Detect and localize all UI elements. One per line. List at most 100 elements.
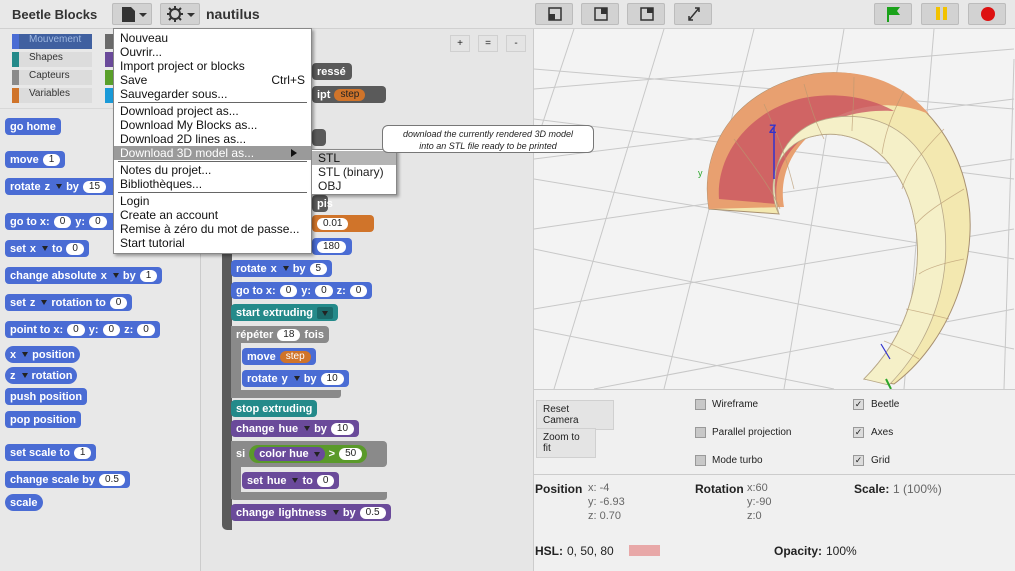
block-change-scale[interactable]: change scale by 0.5 — [5, 471, 130, 488]
zoom-reset-button[interactable]: = — [478, 35, 498, 52]
parallel-projection-checkbox[interactable] — [695, 427, 706, 438]
zoom-out-button[interactable]: - — [506, 35, 526, 52]
block-script-var[interactable]: ipt step — [312, 86, 386, 103]
block-pop-position[interactable]: pop position — [5, 411, 81, 428]
block-value-001[interactable]: 0.01 — [312, 215, 374, 232]
block-change-lightness[interactable]: change lightness by 0.5 — [231, 504, 391, 521]
grid-checkbox[interactable]: ✓ — [853, 455, 864, 466]
block-push-position[interactable]: push position — [5, 388, 88, 405]
layout-normal-button[interactable] — [535, 3, 573, 25]
tooltip-line-2: into an STL file ready to be printed — [419, 141, 557, 151]
category-variables[interactable]: Variables — [12, 88, 92, 103]
layout-normal-icon — [548, 7, 562, 21]
block-go-to[interactable]: go to x: 0 y: 0 — [5, 213, 120, 230]
block-rotate[interactable]: rotate z by 15 — [5, 178, 120, 195]
stage-3d-view[interactable]: Z y — [533, 28, 1015, 390]
block-set-scale[interactable]: set scale to 1 — [5, 444, 97, 461]
block-greater-than[interactable]: color hue >50 — [249, 445, 368, 463]
stl-tooltip: download the currently rendered 3D model… — [382, 125, 594, 153]
hsl-value: 0, 50, 80 — [567, 544, 614, 558]
menu-separator — [118, 192, 307, 193]
block-pis[interactable]: pis — [312, 195, 333, 212]
save-shortcut: Ctrl+S — [271, 73, 305, 87]
app-logo[interactable]: Beetle Blocks — [12, 7, 97, 22]
download-3d-submenu: STL STL (binary) OBJ — [311, 149, 397, 195]
menu-item-save[interactable]: Save Ctrl+S — [114, 73, 311, 87]
submenu-item-obj[interactable]: OBJ — [312, 179, 396, 193]
menu-item-download-3d[interactable]: Download 3D model as... — [114, 146, 311, 160]
axes-checkbox[interactable]: ✓ — [853, 427, 864, 438]
file-menu: Nouveau Ouvrir... Import project or bloc… — [113, 28, 312, 254]
stop-button[interactable] — [968, 3, 1006, 25]
fullscreen-button[interactable] — [674, 3, 712, 25]
layout-split-button[interactable] — [581, 3, 619, 25]
submenu-item-stl-binary[interactable]: STL (binary) — [312, 165, 396, 179]
block-set-axis[interactable]: set x to 0 — [5, 240, 89, 257]
layout-stage-button[interactable] — [627, 3, 665, 25]
menu-item-download-blocks[interactable]: Download My Blocks as... — [114, 118, 311, 132]
block-rotate-x[interactable]: rotate x by 5 — [231, 260, 333, 277]
menu-item-login[interactable]: Login — [114, 194, 311, 208]
category-control-swatch[interactable] — [105, 34, 113, 49]
wireframe-checkbox[interactable] — [695, 399, 706, 410]
beetle-checkbox[interactable]: ✓ — [853, 399, 864, 410]
pause-button[interactable] — [921, 3, 959, 25]
block-rotate-y[interactable]: rotate y by 10 — [242, 370, 349, 387]
menu-item-open[interactable]: Ouvrir... — [114, 45, 311, 59]
category-operators-swatch[interactable] — [105, 70, 113, 85]
block-set-rotation[interactable]: set z rotation to 0 — [5, 294, 133, 311]
block-go-to-xyz[interactable]: go to x: 0 y: 0 z: 0 — [231, 282, 373, 299]
block-if[interactable]: si color hue >50 — [231, 441, 387, 467]
block-repeat[interactable]: répéter 18 fois — [231, 326, 329, 343]
block-move[interactable]: move 1 — [5, 151, 66, 168]
block-set-hue[interactable]: set hue to 0 — [242, 472, 340, 489]
block-scale-reporter[interactable]: scale — [5, 494, 43, 511]
menu-item-download-project[interactable]: Download project as... — [114, 104, 311, 118]
block-change-hue[interactable]: change hue by 10 — [231, 420, 360, 437]
menu-item-libraries[interactable]: Bibliothèques... — [114, 177, 311, 191]
zoom-in-button[interactable]: + — [450, 35, 470, 52]
category-sensing[interactable]: Capteurs — [12, 70, 92, 85]
turbo-mode-checkbox[interactable] — [695, 455, 706, 466]
block-position-reporter[interactable]: x position — [5, 346, 80, 363]
green-flag-icon — [887, 7, 900, 22]
block-point-to[interactable]: point to x: 0 y: 0 z: 0 — [5, 321, 160, 338]
file-menu-button[interactable] — [112, 3, 152, 25]
menu-item-download-2d[interactable]: Download 2D lines as... — [114, 132, 311, 146]
menu-item-import[interactable]: Import project or blocks — [114, 59, 311, 73]
category-shapes[interactable]: Shapes — [12, 52, 92, 67]
menu-item-save-as[interactable]: Sauvegarder sous... — [114, 87, 311, 101]
menu-item-notes[interactable]: Notes du projet... — [114, 163, 311, 177]
fullscreen-icon — [688, 7, 700, 21]
menu-item-new[interactable]: Nouveau — [114, 31, 311, 45]
reset-camera-button[interactable]: Reset Camera — [536, 400, 614, 430]
category-motion[interactable]: Mouvement — [12, 34, 92, 49]
block-stop-extruding[interactable]: stop extruding — [231, 400, 318, 417]
block-change-absolute[interactable]: change absolute x by 1 — [5, 267, 163, 284]
submenu-item-stl[interactable]: STL — [312, 151, 396, 165]
block-key-pressed[interactable]: ressé — [312, 63, 352, 80]
block-value-180[interactable]: 180 — [312, 238, 352, 255]
rotation-y: y:-90 — [747, 496, 772, 508]
category-lists-swatch[interactable] — [105, 88, 113, 103]
block-move-step[interactable]: move step — [242, 348, 316, 365]
block-rotation-reporter[interactable]: z rotation — [5, 367, 78, 384]
block-color-reporter[interactable]: color hue — [254, 447, 325, 461]
menu-item-reset-password[interactable]: Remise à zéro du mot de passe... — [114, 222, 311, 236]
block-partial[interactable] — [312, 129, 326, 146]
block-start-extruding[interactable]: start extruding — [231, 304, 339, 321]
green-flag-button[interactable] — [874, 3, 912, 25]
settings-menu-button[interactable] — [160, 3, 200, 25]
block-go-home[interactable]: go home — [5, 118, 61, 135]
position-label: Position — [535, 482, 583, 496]
category-colors-swatch[interactable] — [105, 52, 113, 67]
menu-item-start-tutorial[interactable]: Start tutorial — [114, 236, 311, 250]
opacity-value: 100% — [826, 544, 857, 558]
stage-canvas[interactable]: Z y — [533, 28, 1015, 390]
zoom-to-fit-button[interactable]: Zoom to fit — [536, 428, 596, 458]
menu-item-create-account[interactable]: Create an account — [114, 208, 311, 222]
stop-icon — [981, 7, 995, 21]
repeat-foot — [231, 390, 341, 398]
beetle-label: Beetle — [871, 399, 900, 410]
tooltip-line-1: download the currently rendered 3D model — [402, 129, 574, 139]
